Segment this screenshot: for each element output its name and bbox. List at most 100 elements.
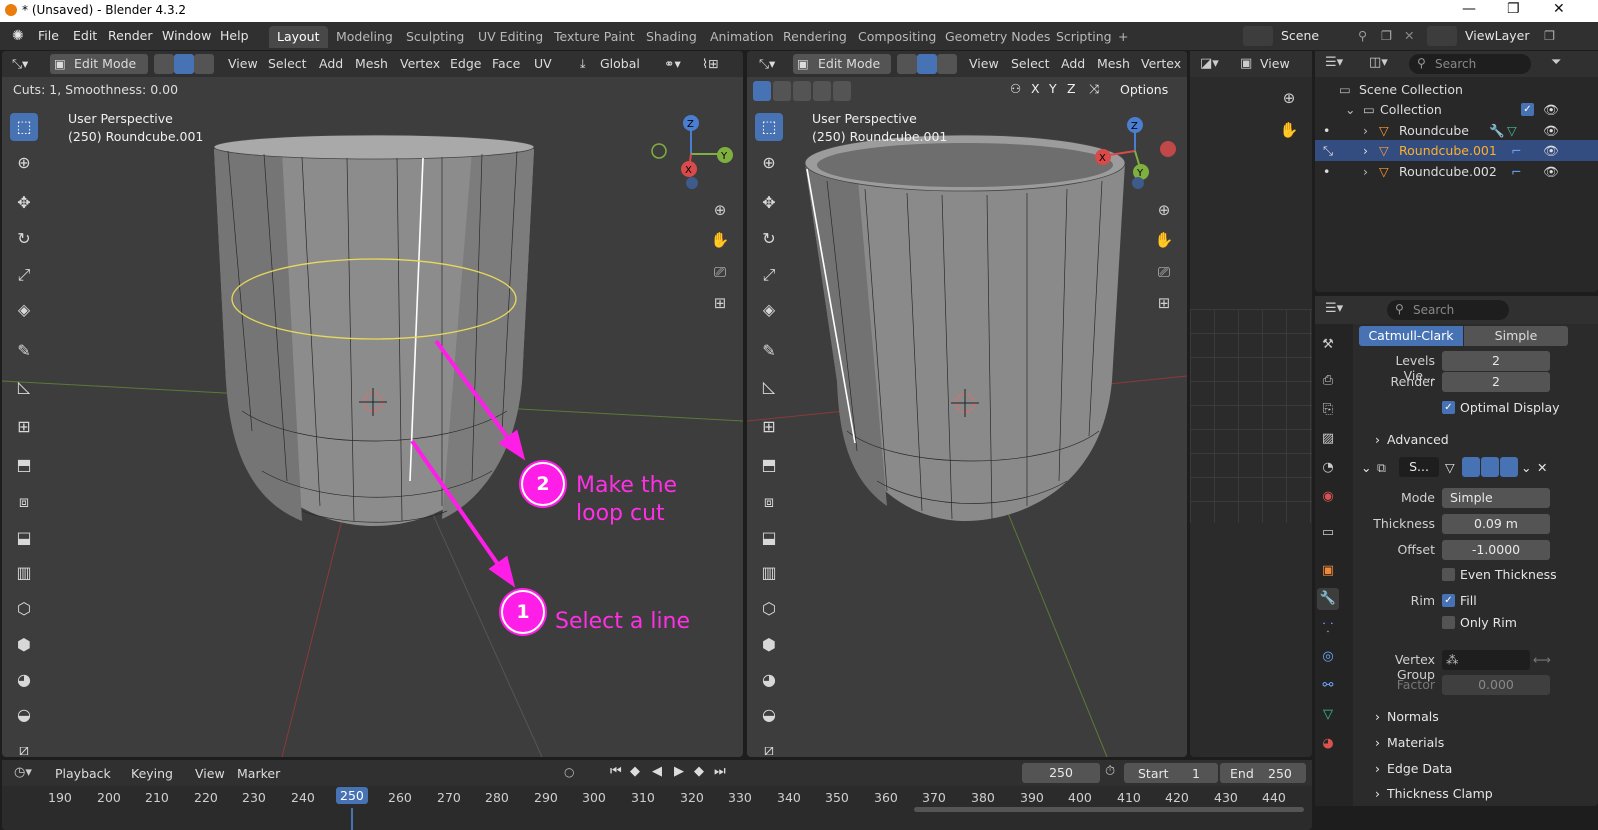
shear-tool-icon[interactable]: ⧄ [10, 736, 38, 757]
world-tab-icon[interactable]: ◉ [1317, 486, 1339, 508]
factor-field[interactable]: 0.000 [1442, 675, 1550, 695]
jump-end-icon[interactable]: ⏭ [714, 764, 726, 779]
tab-scripting[interactable]: Scripting [1048, 26, 1120, 48]
advanced-section[interactable]: Advanced [1387, 432, 1449, 447]
filter-icon[interactable]: ⏷ [1551, 55, 1561, 70]
collection-eye-icon[interactable]: 👁 [1543, 102, 1559, 118]
right-scale-tool-icon[interactable]: ⤢ [755, 261, 783, 289]
tab-shading[interactable]: Shading [638, 26, 705, 48]
right-measure-tool-icon[interactable]: ◺ [755, 373, 783, 401]
auto-keying-icon[interactable]: ○ [564, 765, 574, 779]
view-layer-icon[interactable] [1427, 26, 1457, 46]
view-layer-tab-icon[interactable]: ▨ [1317, 428, 1339, 450]
properties-search-input[interactable]: ⚲ Search [1387, 300, 1509, 320]
tab-uv-editing[interactable]: UV Editing [470, 26, 551, 48]
normals-section[interactable]: Normals [1387, 709, 1439, 724]
tab-geometry-nodes[interactable]: Geometry Nodes [937, 26, 1058, 48]
modifier-name-field[interactable]: S... [1399, 457, 1439, 477]
normals-expand-icon[interactable]: › [1375, 709, 1380, 724]
data-tab-icon[interactable]: ▽ [1317, 704, 1339, 726]
delete-scene-icon[interactable]: ✕ [1404, 28, 1414, 43]
properties-type-icon[interactable]: ☰▾ [1325, 301, 1343, 316]
timeline-menu-marker[interactable]: Marker [237, 766, 280, 781]
rotate-tool-icon[interactable]: ↻ [10, 225, 38, 253]
transform-tool-icon[interactable]: ◈ [10, 296, 38, 324]
modifier-collapse-icon[interactable]: ⌄ [1361, 460, 1371, 475]
image-zoom-icon[interactable]: ⊕ [1278, 87, 1300, 109]
timeline-scrollbar[interactable] [914, 807, 1304, 812]
display-mode-icon[interactable]: ◫▾ [1369, 55, 1388, 70]
fill-checkbox[interactable]: ✓ [1442, 594, 1455, 607]
poly-build-tool-icon[interactable]: ⬢ [10, 631, 38, 659]
modifier-menu-icon[interactable]: ⌄ [1521, 460, 1531, 475]
scale-tool-icon[interactable]: ⤢ [10, 261, 38, 289]
timeline-type-icon[interactable]: ◷▾ [14, 765, 32, 780]
right-3d-viewport[interactable]: ⤡▾ ▣ Edit Mode View Select Add Mesh Vert… [747, 51, 1187, 757]
menu-window[interactable]: Window [162, 28, 211, 43]
object-tab-icon[interactable]: ▣ [1317, 560, 1339, 582]
timeline-menu-keying[interactable]: Keying [131, 766, 173, 781]
object-eye-icon[interactable]: 👁 [1543, 123, 1559, 139]
inset-tool-icon[interactable]: ⧈ [10, 488, 38, 516]
pan-hand-icon[interactable]: ✋ [709, 229, 731, 251]
left-3d-viewport[interactable]: ⤡▾ ▣ Edit Mode View Select Add Mesh Vert… [2, 51, 743, 757]
loop-cut-tool-icon[interactable]: ▥ [10, 559, 38, 587]
camera-view-icon[interactable]: ⎚ [709, 261, 731, 283]
scene-name[interactable]: Scene [1281, 28, 1319, 43]
collection-checkbox[interactable]: ✓ [1521, 103, 1534, 116]
tab-texture-paint[interactable]: Texture Paint [546, 26, 643, 48]
simple-tab[interactable]: Simple [1464, 326, 1568, 346]
right-transform-tool-icon[interactable]: ◈ [755, 296, 783, 324]
play-reverse-icon[interactable]: ◀ [652, 764, 662, 779]
spin-tool-icon[interactable]: ◕ [10, 666, 38, 694]
right-select-box-tool-icon[interactable]: ⬚ [755, 113, 783, 141]
next-keyframe-icon[interactable]: ◆ [694, 764, 704, 779]
image-editor-type-icon[interactable]: ◪▾ [1200, 56, 1219, 71]
particles-tab-icon[interactable]: ⸪ [1317, 618, 1339, 640]
menu-file[interactable]: File [38, 28, 59, 43]
jump-start-icon[interactable]: ⏮ [610, 764, 622, 779]
playhead-frame[interactable]: 250 [336, 787, 368, 804]
thickness-field[interactable]: 0.09 m [1442, 514, 1550, 534]
tab-layout[interactable]: Layout [269, 26, 328, 48]
new-view-layer-icon[interactable]: ❐ [1544, 28, 1555, 43]
outliner-object-row[interactable]: • › ▽ Roundcube.002 ⌐ 👁 [1315, 161, 1598, 182]
image-view-menu[interactable]: View [1260, 56, 1290, 71]
constraints-tab-icon[interactable]: ⚯ [1317, 675, 1339, 697]
outliner-type-icon[interactable]: ☰▾ [1325, 55, 1343, 70]
right-shear-tool-icon[interactable]: ⧄ [755, 736, 783, 757]
catmull-clark-tab[interactable]: Catmull-Clark [1359, 326, 1463, 346]
edit-cage-icon[interactable]: ▽ [1445, 460, 1455, 475]
new-scene-icon[interactable]: ❐ [1381, 28, 1392, 43]
render-display-icon[interactable] [1500, 457, 1518, 477]
extrude-tool-icon[interactable]: ⬒ [10, 451, 38, 479]
close-window-button[interactable]: ✕ [1553, 1, 1565, 17]
right-loop-cut-tool-icon[interactable]: ▥ [755, 559, 783, 587]
right-bevel-tool-icon[interactable]: ⬓ [755, 524, 783, 552]
materials-section[interactable]: Materials [1387, 735, 1444, 750]
prev-keyframe-icon[interactable]: ◆ [630, 764, 640, 779]
levels-viewport-field[interactable]: 2 [1442, 351, 1550, 371]
view-layer-name[interactable]: ViewLayer [1465, 28, 1530, 43]
object-expand-icon[interactable]: › [1363, 164, 1368, 179]
right-annotate-tool-icon[interactable]: ✎ [755, 337, 783, 365]
material-tab-icon[interactable]: ◕ [1317, 733, 1339, 755]
measure-tool-icon[interactable]: ◺ [10, 373, 38, 401]
tab-rendering[interactable]: Rendering [775, 26, 855, 48]
right-move-tool-icon[interactable]: ✥ [755, 189, 783, 217]
edge-data-section[interactable]: Edge Data [1387, 761, 1452, 776]
tab-modeling[interactable]: Modeling [328, 26, 401, 48]
blender-menu-icon[interactable]: ✺ [12, 28, 24, 44]
materials-expand-icon[interactable]: › [1375, 735, 1380, 750]
image-editor-panel[interactable]: ◪▾ ▣ View ⊕ ✋ [1190, 51, 1312, 757]
outliner-scene-collection-row[interactable]: ▭ Scene Collection [1315, 79, 1598, 100]
right-inset-tool-icon[interactable]: ⧈ [755, 488, 783, 516]
right-ortho-grid-icon[interactable]: ⊞ [1153, 292, 1175, 314]
tool-settings-tab-icon[interactable]: ⚒ [1317, 334, 1339, 356]
render-tab-icon[interactable]: ⎙ [1317, 370, 1339, 392]
outliner-object-row[interactable]: • › ▽ Roundcube 🔧 ▽ 👁 [1315, 120, 1598, 141]
remove-modifier-icon[interactable]: ✕ [1537, 460, 1547, 475]
zoom-icon[interactable]: ⊕ [709, 199, 731, 221]
annotate-tool-icon[interactable]: ✎ [10, 337, 38, 365]
right-spin-tool-icon[interactable]: ◕ [755, 666, 783, 694]
